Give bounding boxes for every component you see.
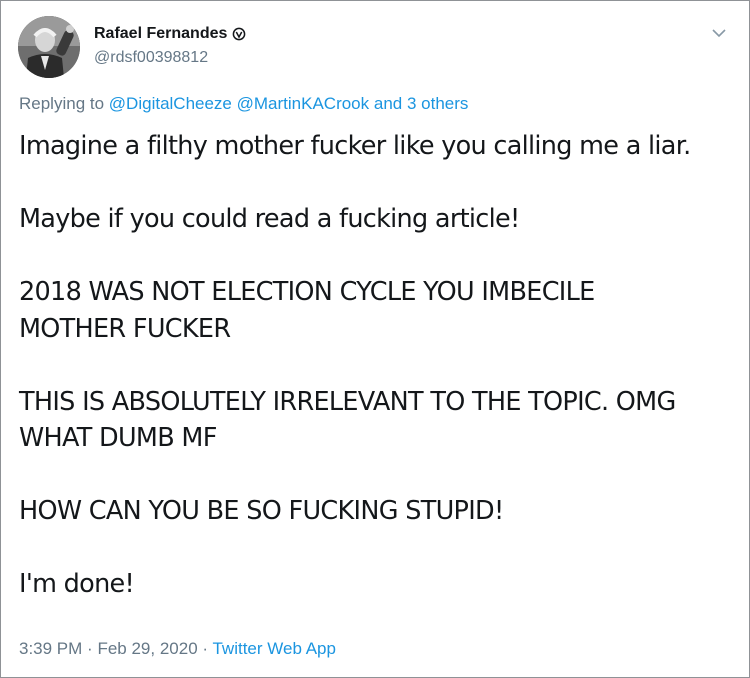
tweet-text: Imagine a filthy mother fucker like you … (19, 128, 734, 603)
tweet-paragraph: 2018 WAS NOT ELECTION CYCLE YOU IMBECILE… (19, 277, 595, 344)
chevron-down-icon[interactable] (711, 25, 727, 41)
mention-link-2[interactable]: @MartinKACrook (237, 94, 370, 113)
author-name[interactable]: Rafael Fernandes (94, 25, 227, 43)
others-link[interactable]: and 3 others (374, 94, 469, 113)
tweet-date[interactable]: Feb 29, 2020 (97, 639, 197, 658)
tweet-paragraph: Imagine a filthy mother fucker like you … (19, 131, 691, 161)
tweet-paragraph: THIS IS ABSOLUTELY IRRELEVANT TO THE TOP… (19, 386, 676, 454)
avatar[interactable] (18, 16, 80, 78)
author-handle[interactable]: @rdsf00398812 (94, 49, 208, 67)
tweet-meta: 3:39 PM · Feb 29, 2020 · Twitter Web App (19, 639, 336, 659)
meta-separator: · (202, 639, 209, 658)
source-app-link[interactable]: Twitter Web App (212, 639, 335, 658)
author-name-row[interactable]: Rafael Fernandes (94, 25, 246, 43)
tweet-paragraph: I'm done! (19, 569, 135, 599)
tweet-paragraph: HOW CAN YOU BE SO FUCKING STUPID! (19, 496, 504, 526)
mention-link-1[interactable]: @DigitalCheeze (109, 94, 232, 113)
meta-separator: · (87, 639, 93, 658)
tweet-paragraph: Maybe if you could read a fucking articl… (19, 204, 520, 234)
reply-prefix: Replying to (19, 94, 105, 113)
tweet-card: Rafael Fernandes @rdsf00398812 Replying … (0, 0, 750, 678)
avatar-photo (18, 16, 80, 78)
reply-context: Replying to @DigitalCheeze @MartinKACroo… (19, 94, 468, 114)
fingerprint-badge-icon (233, 27, 246, 41)
tweet-time[interactable]: 3:39 PM (19, 639, 82, 658)
